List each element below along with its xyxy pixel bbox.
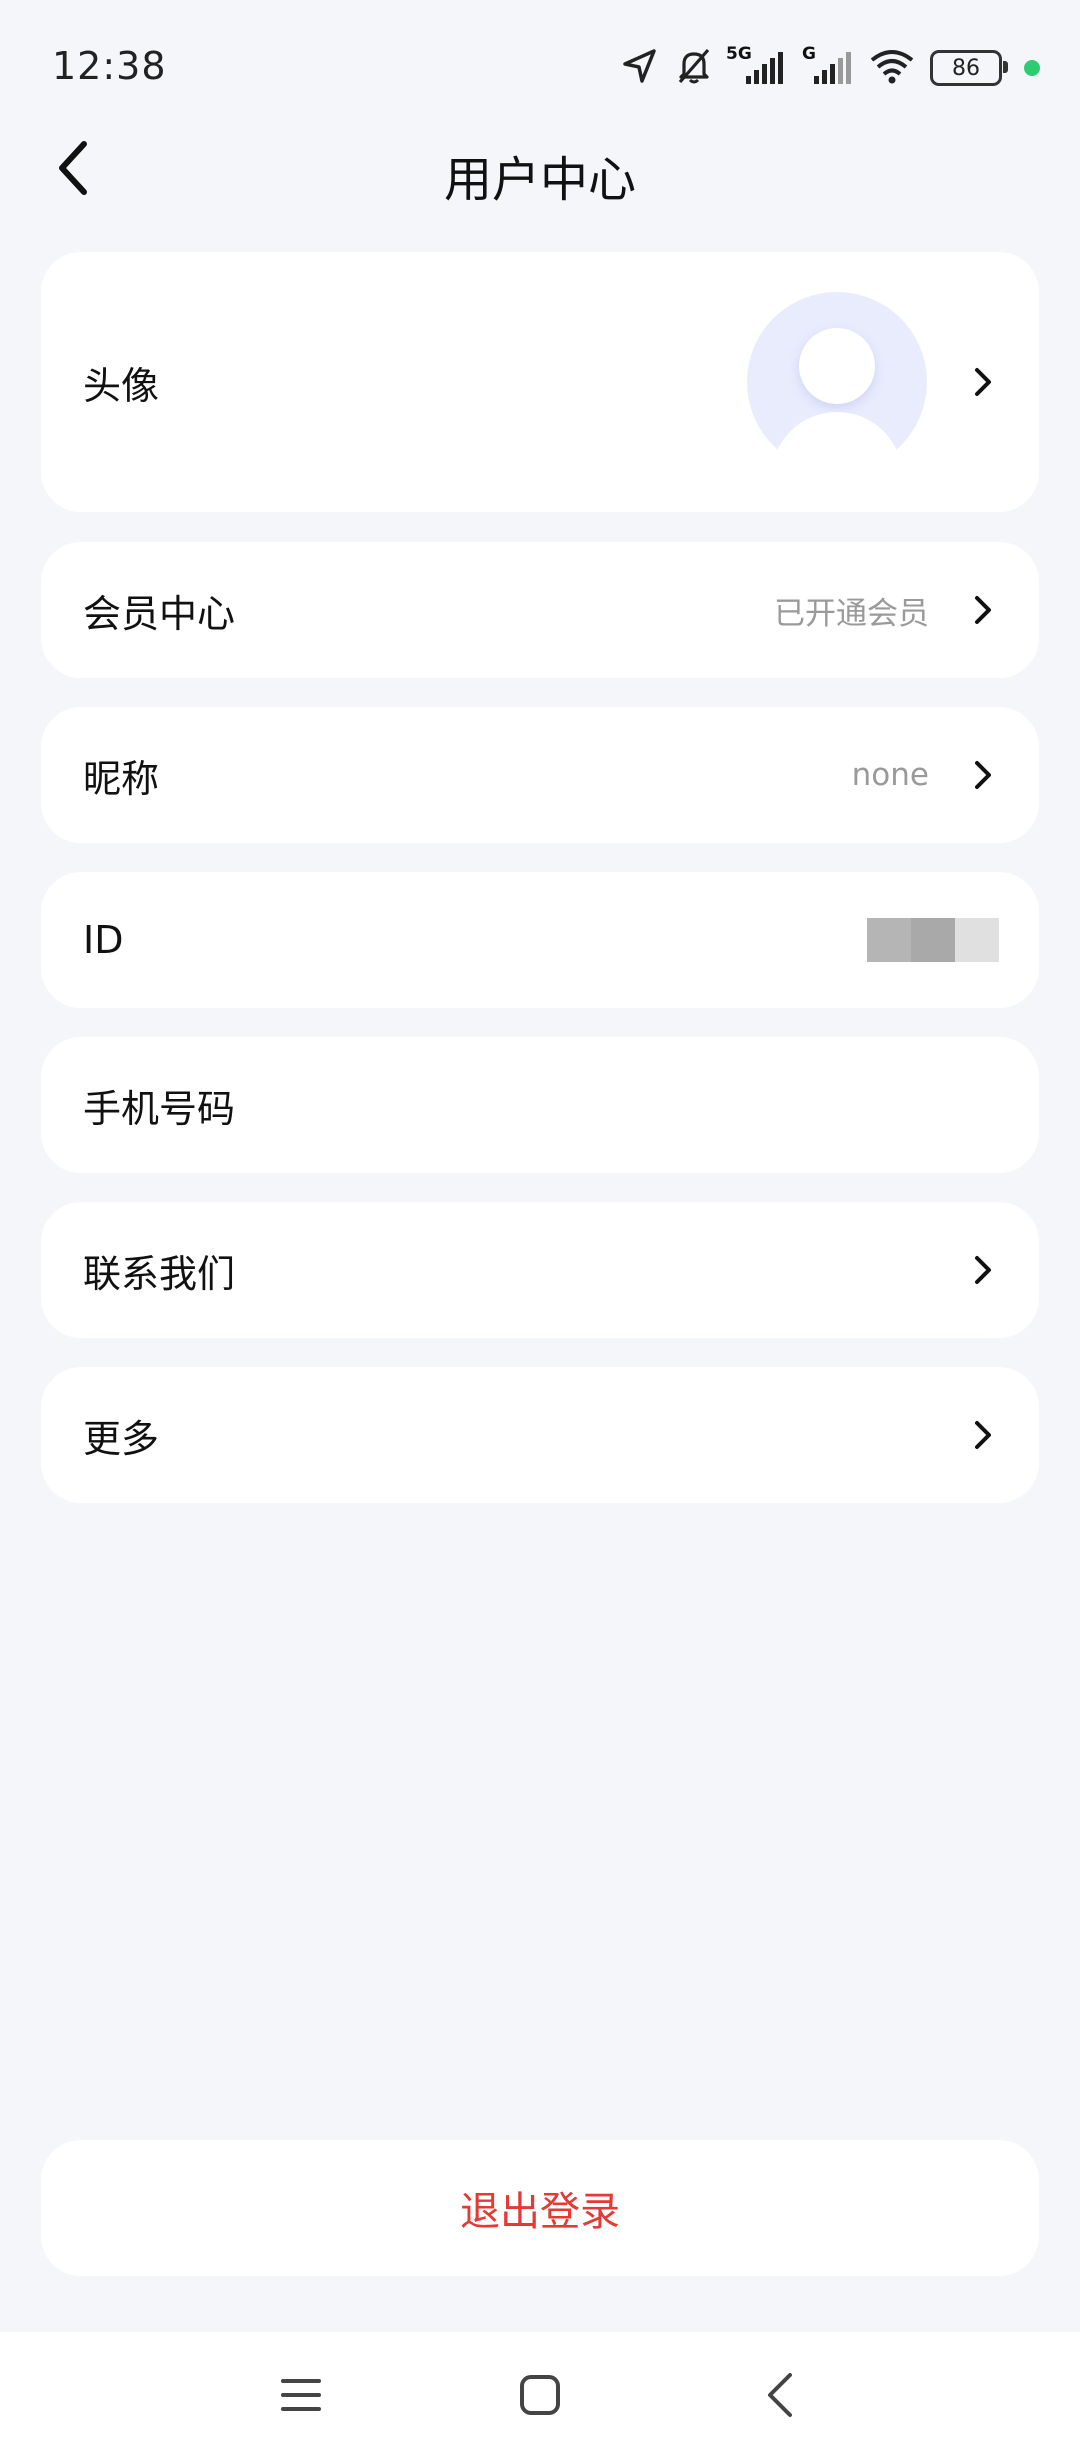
chevron-right-icon — [969, 368, 997, 396]
chevron-right-icon — [969, 1256, 997, 1284]
avatar[interactable] — [747, 292, 927, 472]
avatar-row[interactable]: 头像 — [41, 252, 1039, 512]
page-title: 用户中心 — [443, 152, 636, 208]
contact-row[interactable]: 联系我们 — [41, 1202, 1039, 1338]
wifi-icon — [868, 46, 916, 90]
battery-icon: 86 — [930, 50, 1008, 86]
phone-label: 手机号码 — [83, 1086, 236, 1131]
system-nav-bar — [0, 2332, 1080, 2460]
home-button[interactable] — [505, 2362, 575, 2432]
id-value-redacted — [867, 918, 999, 962]
status-bar: 12:38 5G G 86 — [0, 0, 1080, 135]
menu-icon — [279, 2375, 323, 2419]
more-label: 更多 — [83, 1416, 160, 1461]
logout-button[interactable]: 退出登录 — [41, 2140, 1039, 2276]
contact-label: 联系我们 — [83, 1251, 236, 1296]
menu-button[interactable] — [266, 2362, 336, 2432]
nickname-label: 昵称 — [83, 756, 160, 801]
chevron-right-icon — [969, 761, 997, 789]
status-icons: 5G G 86 — [620, 44, 1040, 92]
membership-row[interactable]: 会员中心 已开通会员 — [41, 542, 1039, 678]
avatar-label: 头像 — [83, 363, 160, 408]
green-dot-indicator — [1024, 60, 1040, 76]
chevron-right-icon — [969, 596, 997, 624]
membership-label: 会员中心 — [83, 591, 236, 636]
mute-bell-icon — [674, 46, 714, 90]
signal-5g-icon: 5G — [726, 44, 788, 88]
id-label: ID — [83, 918, 124, 962]
more-row[interactable]: 更多 — [41, 1367, 1039, 1503]
nickname-value: none — [851, 757, 929, 793]
home-square-icon — [518, 2373, 562, 2421]
location-arrow-icon — [620, 46, 660, 90]
network-g-label: G — [802, 44, 816, 64]
nickname-row[interactable]: 昵称 none — [41, 707, 1039, 843]
back-nav-button[interactable] — [745, 2362, 815, 2432]
network-5g-label: 5G — [726, 44, 752, 64]
battery-level: 86 — [952, 55, 980, 81]
back-triangle-icon — [764, 2371, 796, 2423]
membership-status: 已开通会员 — [774, 595, 929, 632]
logout-label: 退出登录 — [460, 2189, 620, 2235]
id-row: ID — [41, 872, 1039, 1008]
phone-row: 手机号码 — [41, 1037, 1039, 1173]
chevron-right-icon — [969, 1421, 997, 1449]
status-time: 12:38 — [52, 44, 167, 88]
header: 用户中心 — [0, 120, 1080, 220]
signal-g-icon: G — [802, 44, 854, 88]
